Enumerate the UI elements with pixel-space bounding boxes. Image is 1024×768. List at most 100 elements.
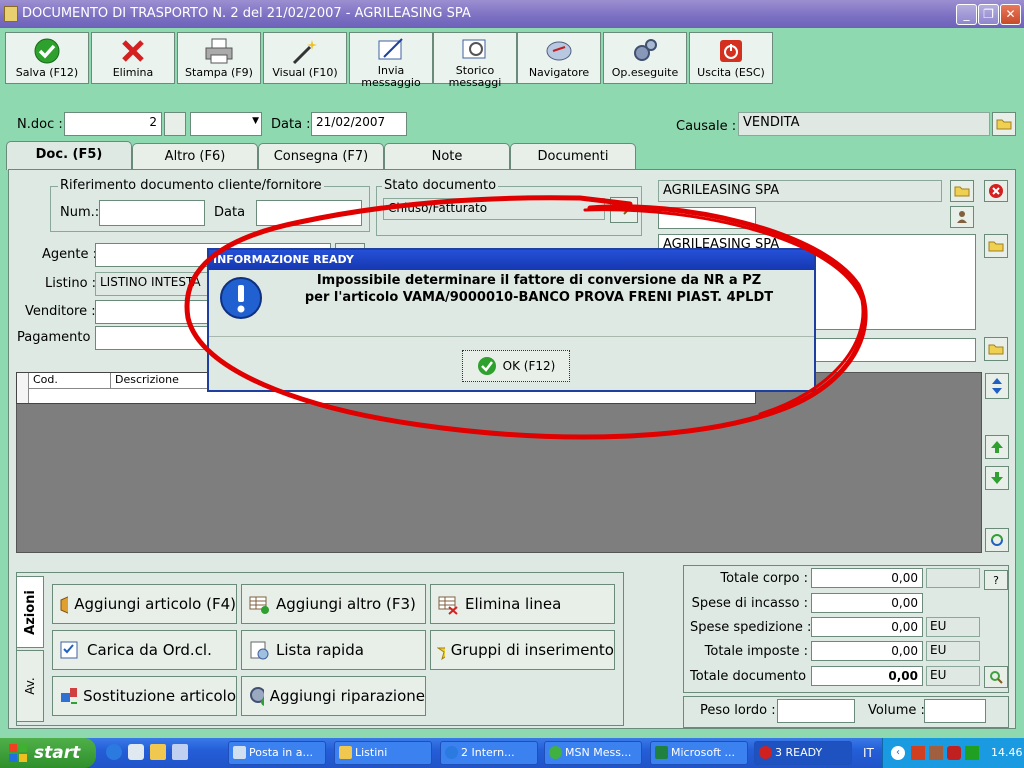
add-repair-button[interactable]: Aggiungi riparazione — [241, 676, 426, 716]
causale-folder-button[interactable] — [992, 112, 1016, 136]
load-from-order-button[interactable]: Carica da Ord.cl. — [52, 630, 237, 670]
exit-button[interactable]: Uscita (ESC) — [689, 32, 773, 84]
customer-folder-button[interactable] — [950, 180, 974, 202]
task-microsoft[interactable]: Microsoft ... — [650, 741, 748, 765]
column-cod[interactable]: Cod. — [29, 373, 111, 389]
tab-altro[interactable]: Altro (F6) — [132, 143, 258, 170]
ndoc-button[interactable] — [164, 112, 186, 136]
main-toolbar: Salva (F12) Elimina Stampa (F9) Visual (… — [0, 28, 1024, 89]
tray-app-icon[interactable] — [911, 746, 925, 760]
tray-network-icon[interactable] — [965, 746, 979, 760]
total-unit: EU — [926, 617, 980, 637]
vtab-av[interactable]: Av. — [16, 650, 44, 722]
row-selector — [17, 373, 29, 403]
causale-label: Causale : — [676, 119, 737, 134]
app-icon — [4, 6, 18, 22]
refresh-button[interactable] — [985, 528, 1009, 552]
task-ready[interactable]: 3 READY — [754, 741, 852, 765]
navigator-button[interactable]: Navigatore — [517, 32, 601, 84]
tray-expand-icon[interactable]: ‹ — [891, 746, 905, 760]
totals-search-button[interactable] — [984, 666, 1008, 688]
tab-doc[interactable]: Doc. (F5) — [6, 141, 132, 170]
print-button[interactable]: Stampa (F9) — [177, 32, 261, 84]
customer-search-button[interactable] — [950, 206, 974, 228]
stato-button[interactable] — [610, 197, 638, 223]
insertion-groups-button[interactable]: Gruppi di inserimento — [430, 630, 615, 670]
close-window-button[interactable]: ✕ — [1000, 4, 1021, 25]
dialog-divider — [209, 336, 814, 337]
causale-field[interactable]: VENDITA — [738, 112, 990, 136]
move-updown-button[interactable] — [985, 373, 1009, 399]
total-value: 0,00 — [811, 641, 923, 661]
date-input[interactable]: 21/02/2007 — [311, 112, 407, 136]
series-select[interactable]: ▼ — [190, 112, 262, 136]
vtab-azioni[interactable]: Azioni — [16, 576, 44, 648]
language-indicator[interactable]: IT — [863, 738, 874, 768]
restore-button[interactable]: ❐ — [978, 4, 999, 25]
desktop-icon[interactable] — [172, 744, 188, 760]
rif-date-input[interactable] — [256, 200, 362, 226]
remove-icon — [989, 184, 1003, 198]
listino-label: Listino : — [45, 276, 97, 291]
arrow-up-icon — [991, 441, 1003, 453]
message-history-button[interactable]: Storico messaggi — [433, 32, 517, 89]
pagamento-label: Pagamento : — [17, 330, 99, 345]
add-other-button[interactable]: Aggiungi altro (F3) — [241, 584, 426, 624]
peso-input[interactable] — [777, 699, 855, 723]
volume-input[interactable] — [924, 699, 986, 723]
send-message-button[interactable]: Invia messaggio — [349, 32, 433, 89]
tray-security-icon[interactable] — [947, 746, 961, 760]
rif-legend: Riferimento documento cliente/fornitore — [58, 178, 324, 193]
total-unit — [926, 568, 980, 588]
replace-icon — [61, 688, 78, 704]
total-label: Totale corpo : — [720, 571, 808, 586]
task-listini[interactable]: Listini — [334, 741, 432, 765]
delete-button[interactable]: Elimina — [91, 32, 175, 84]
gears-icon — [634, 39, 657, 61]
magic-wand-icon — [292, 40, 317, 65]
task-internet[interactable]: 2 Intern... — [440, 741, 538, 765]
tab-consegna[interactable]: Consegna (F7) — [258, 143, 384, 170]
tab-note[interactable]: Note — [384, 143, 510, 170]
gear-add-icon — [250, 687, 264, 706]
dialog-message-line2: per l'articolo VAMA/9000010-BANCO PROVA … — [304, 290, 774, 305]
move-down-button[interactable] — [985, 466, 1009, 490]
replace-article-button[interactable]: Sostituzione articolo — [52, 676, 237, 716]
info-exclamation-icon — [220, 277, 262, 319]
message-pen-icon — [378, 38, 403, 60]
ie-icon[interactable] — [106, 744, 122, 760]
move-up-button[interactable] — [985, 435, 1009, 459]
dialog-title: INFORMAZIONE READY — [209, 250, 814, 270]
explorer-icon[interactable] — [150, 744, 166, 760]
history-search-icon — [462, 39, 486, 59]
minimize-button[interactable]: _ — [956, 4, 977, 25]
tray-user-icon[interactable] — [929, 746, 943, 760]
operations-done-button[interactable]: Op.eseguite — [603, 32, 687, 84]
save-button[interactable]: Salva (F12) — [5, 32, 89, 84]
info-dialog: INFORMAZIONE READY Impossibile determina… — [207, 248, 816, 392]
customer-code-input[interactable] — [658, 207, 756, 229]
compass-icon — [546, 41, 572, 61]
visual-button[interactable]: Visual (F10) — [263, 32, 347, 84]
agente-label: Agente : — [42, 247, 97, 262]
task-posta[interactable]: Posta in a... — [228, 741, 326, 765]
task-msn[interactable]: MSN Mess... — [544, 741, 642, 765]
ok-button[interactable]: OK (F12) — [462, 350, 570, 382]
address-folder-button[interactable] — [984, 234, 1008, 258]
total-label: Spese di incasso : — [691, 596, 808, 611]
ndoc-input[interactable]: 2 — [64, 112, 162, 136]
start-button[interactable]: start — [0, 738, 96, 768]
checklist-icon — [60, 641, 78, 659]
customer-remove-button[interactable] — [984, 180, 1008, 202]
tab-documenti[interactable]: Documenti — [510, 143, 636, 170]
add-article-button[interactable]: Aggiungi articolo (F4) — [52, 584, 237, 624]
destination-folder-button[interactable] — [984, 337, 1008, 361]
folder-icon — [988, 344, 1004, 355]
delete-line-button[interactable]: Elimina linea — [430, 584, 615, 624]
help-button[interactable]: ? — [984, 570, 1008, 590]
stato-legend: Stato documento — [382, 178, 499, 193]
quick-list-button[interactable]: Lista rapida — [241, 630, 426, 670]
outlook-icon[interactable] — [128, 744, 144, 760]
rif-num-input[interactable] — [99, 200, 205, 226]
printer-icon — [205, 38, 233, 64]
